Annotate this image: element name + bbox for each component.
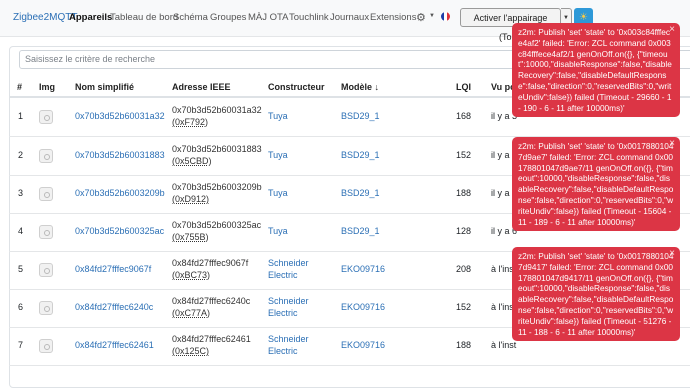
close-icon[interactable]: ×	[669, 138, 675, 150]
col-model[interactable]: Modèle ↓	[341, 82, 379, 92]
row-number: 7	[18, 340, 24, 350]
ieee-address: 0x70b3d52b60031883	[172, 144, 262, 154]
col-friendly-name[interactable]: Nom simplifié	[75, 82, 134, 92]
error-toast: × z2m: Publish 'set' 'state' to '0x00178…	[512, 137, 680, 232]
row-divider	[9, 365, 690, 366]
model-link[interactable]: BSD29_1	[341, 226, 380, 237]
device-image-icon	[39, 110, 53, 124]
col-lqi[interactable]: LQI	[456, 82, 471, 92]
device-image-icon	[39, 187, 53, 201]
lqi-value: 152	[456, 302, 472, 312]
col-ieee-address[interactable]: Adresse IEEE	[172, 82, 231, 92]
manufacturer-link[interactable]: Tuya	[268, 111, 288, 122]
toast-message: z2m: Publish 'set' 'state' to '0x0017880…	[518, 251, 674, 337]
nav-logs[interactable]: Journaux	[330, 12, 369, 23]
error-toast: × z2m: Publish 'set' 'state' to '0x003c8…	[512, 23, 680, 118]
close-icon[interactable]: ×	[669, 24, 675, 36]
network-address: (0x125C)	[172, 346, 210, 356]
manufacturer-link[interactable]: Electric	[268, 346, 298, 357]
ieee-address: 0x70b3d52b600325ac	[172, 220, 262, 230]
ieee-address: 0x70b3d52b6003209b	[172, 182, 262, 192]
ieee-address: 0x70b3d52b60031a32	[172, 105, 262, 115]
model-link[interactable]: EKO09716	[341, 264, 385, 275]
col-image: Img	[39, 82, 56, 92]
lqi-value: 128	[456, 226, 472, 236]
manufacturer-link[interactable]: Tuya	[268, 150, 288, 161]
nav-ota[interactable]: MÀJ OTA	[248, 12, 288, 23]
manufacturer-link[interactable]: Electric	[268, 270, 298, 281]
ieee-address: 0x84fd27fffec9067f	[172, 258, 249, 268]
error-toast: × z2m: Publish 'set' 'state' to '0x00178…	[512, 247, 680, 342]
gear-icon[interactable]: ⚙	[416, 11, 426, 24]
device-name-link[interactable]: 0x70b3d52b600325ac	[75, 226, 164, 237]
manufacturer-link[interactable]: Schneider	[268, 334, 309, 345]
device-name-link[interactable]: 0x84fd27fffec6240c	[75, 302, 153, 313]
row-number: 6	[18, 302, 24, 312]
col-manufacturer[interactable]: Constructeur	[268, 82, 325, 92]
lqi-value: 152	[456, 150, 472, 160]
lqi-value: 208	[456, 264, 472, 274]
model-link[interactable]: EKO09716	[341, 302, 385, 313]
device-name-link[interactable]: 0x70b3d52b60031a32	[75, 111, 165, 122]
model-link[interactable]: EKO09716	[341, 340, 385, 351]
ieee-address: 0x84fd27fffec62461	[172, 334, 251, 344]
device-image-icon	[39, 339, 53, 353]
row-number: 1	[18, 111, 24, 121]
nav-dashboard[interactable]: Tableau de bord	[110, 12, 178, 23]
network-address: (0xD912)	[172, 194, 210, 204]
network-address: (0xBC73)	[172, 270, 211, 280]
toast-message: z2m: Publish 'set' 'state' to '0x0017880…	[518, 141, 674, 227]
model-link[interactable]: BSD29_1	[341, 150, 380, 161]
device-name-link[interactable]: 0x70b3d52b6003209b	[75, 188, 165, 199]
lqi-value: 188	[456, 188, 472, 198]
close-icon[interactable]: ×	[669, 248, 675, 260]
manufacturer-link[interactable]: Electric	[268, 308, 298, 319]
device-image-icon	[39, 225, 53, 239]
network-address: (0x755B)	[172, 232, 209, 242]
manufacturer-link[interactable]: Tuya	[268, 226, 288, 237]
device-image-icon	[39, 301, 53, 315]
caret-down-icon[interactable]: ▼	[429, 13, 435, 19]
france-flag-icon[interactable]	[441, 12, 450, 21]
device-name-link[interactable]: 0x84fd27fffec62461	[75, 340, 154, 351]
nav-map[interactable]: Schéma	[173, 12, 208, 23]
nav-touchlink[interactable]: Touchlink	[289, 12, 329, 23]
row-number: 4	[18, 226, 24, 236]
lqi-value: 168	[456, 111, 472, 121]
nav-groups[interactable]: Groupes	[210, 12, 246, 23]
row-number: 2	[18, 150, 24, 160]
col-number: #	[17, 82, 23, 92]
manufacturer-link[interactable]: Tuya	[268, 188, 288, 199]
ieee-address: 0x84fd27fffec6240c	[172, 296, 251, 306]
model-link[interactable]: BSD29_1	[341, 111, 380, 122]
device-name-link[interactable]: 0x84fd27fffec9067f	[75, 264, 151, 275]
network-address: (0x5CBD)	[172, 156, 212, 166]
manufacturer-link[interactable]: Schneider	[268, 258, 309, 269]
nav-devices[interactable]: Appareils	[69, 12, 112, 23]
device-image-icon	[39, 263, 53, 277]
device-name-link[interactable]: 0x70b3d52b60031883	[75, 150, 165, 161]
manufacturer-link[interactable]: Schneider	[268, 296, 309, 307]
network-address: (0xF792)	[172, 117, 209, 127]
lqi-value: 188	[456, 340, 472, 350]
brand-logo[interactable]: Zigbee2MQTT	[13, 12, 77, 23]
row-number: 5	[18, 264, 24, 274]
toast-message: z2m: Publish 'set' 'state' to '0x003c84f…	[518, 27, 672, 113]
last-seen: à l'inst	[491, 340, 517, 350]
nav-extensions[interactable]: Extensions	[370, 12, 416, 23]
network-address: (0xC77A)	[172, 308, 211, 318]
row-number: 3	[18, 188, 24, 198]
model-link[interactable]: BSD29_1	[341, 188, 380, 199]
device-image-icon	[39, 149, 53, 163]
